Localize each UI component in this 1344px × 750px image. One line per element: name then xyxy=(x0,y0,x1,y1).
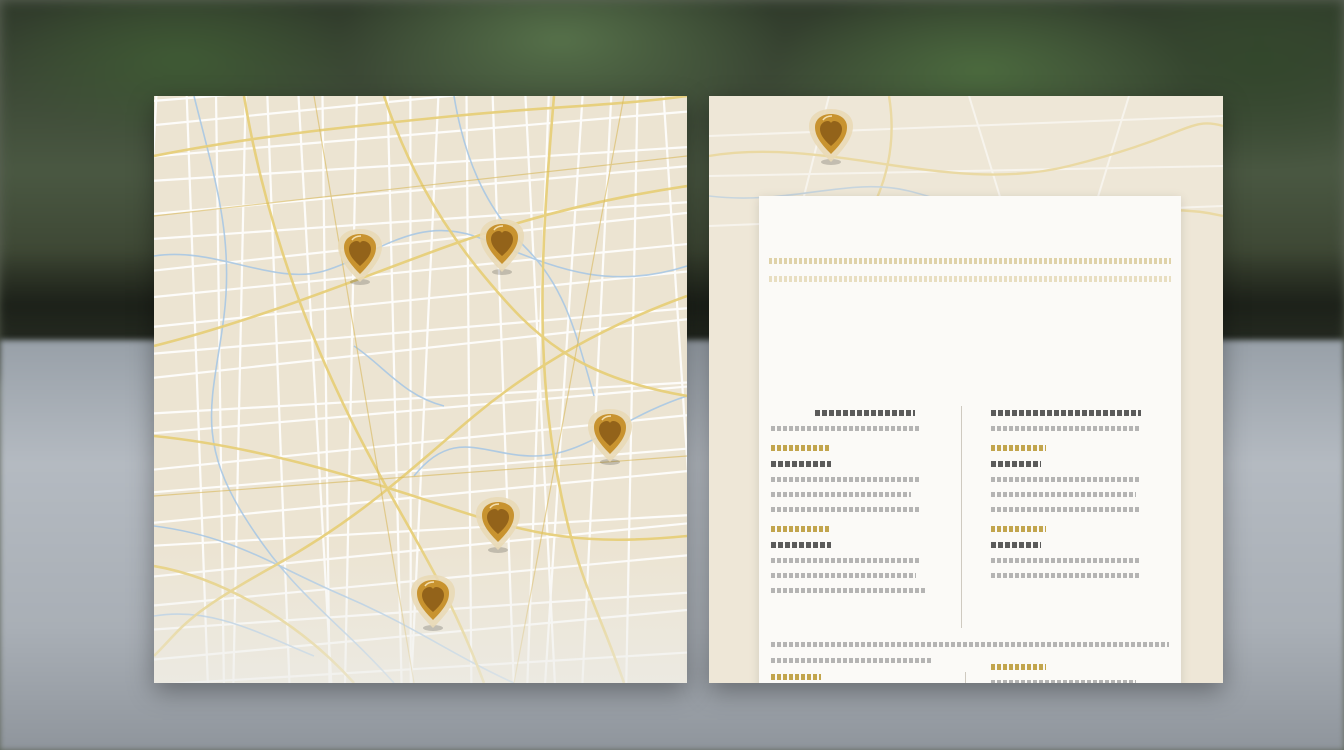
column-right-bottom xyxy=(991,664,1181,683)
map-pin-icon xyxy=(584,406,636,466)
full-width-line xyxy=(771,642,1169,647)
column-left-bottom xyxy=(771,674,961,683)
map-pin-icon xyxy=(476,216,528,276)
subtitle-line xyxy=(769,276,1171,282)
column-left xyxy=(771,410,961,603)
map-pin-icon xyxy=(407,572,459,632)
itinerary-card xyxy=(759,196,1181,683)
full-width-line xyxy=(771,658,931,663)
subtitle-line xyxy=(769,258,1171,264)
map-pin-icon xyxy=(805,106,857,166)
map-pin-icon xyxy=(472,494,524,554)
column-divider xyxy=(965,672,966,683)
column-divider xyxy=(961,406,962,628)
map-pin-icon xyxy=(334,226,386,286)
map-print xyxy=(154,96,687,683)
itinerary-print xyxy=(709,96,1223,683)
column-right xyxy=(991,410,1181,588)
